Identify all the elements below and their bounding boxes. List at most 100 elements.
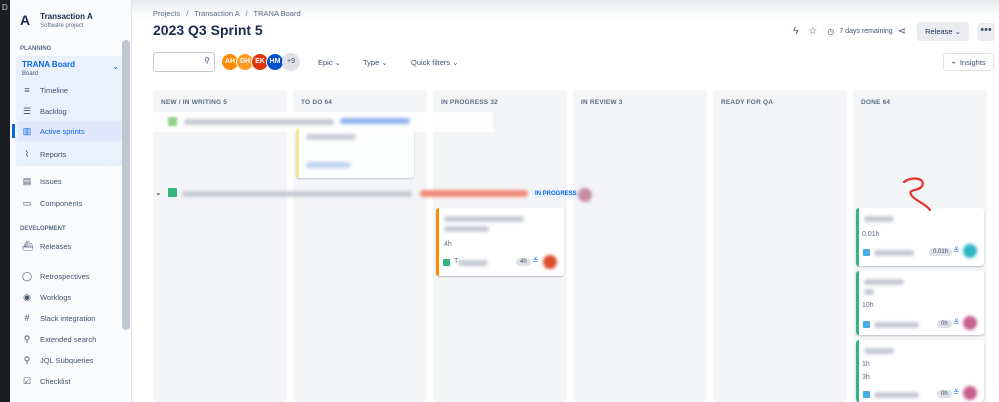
sidebar-item-label: Extended search [40, 334, 97, 344]
priority-lowest-icon: ≚ [953, 318, 960, 327]
jql-icon: ⚲ [23, 355, 31, 365]
board-type: Board [22, 71, 39, 77]
estimate: 4h [444, 241, 452, 248]
sidebar-item-worklogs[interactable]: ◉ Worklogs [22, 287, 126, 307]
more-button[interactable]: ••• [977, 22, 995, 41]
browser-top-strip [0, 0, 999, 20]
estimate: 10h [862, 302, 874, 309]
timeline-icon: ≡ [24, 85, 30, 95]
time-pill: 0.01h [929, 248, 953, 256]
estimate: 1h [862, 361, 870, 368]
task-icon [863, 391, 870, 398]
sidebar: A Transaction A Software project PLANNIN… [10, 0, 132, 402]
status-badge: IN PROGRESS [532, 190, 580, 198]
breadcrumb-projects[interactable]: Projects [153, 9, 180, 18]
assignee-avatars: AH DH EK HM +9 [221, 53, 300, 71]
sidebar-item-label: Timeline [40, 85, 69, 95]
eye-icon: ◉ [23, 292, 31, 302]
column-new: NEW / IN WRITING 5 [153, 90, 287, 402]
sidebar-item-slack[interactable]: # Slack integration [22, 308, 126, 328]
chevron-down-icon[interactable]: ⌄ [112, 62, 119, 71]
board-name[interactable]: TRANA Board [22, 60, 75, 69]
breadcrumb: Projects / Transaction A / TRANA Board [153, 9, 301, 18]
redacted-text [182, 191, 412, 197]
priority-lowest-icon: ≚ [532, 256, 539, 265]
page-title: 2023 Q3 Sprint 5 [153, 22, 263, 38]
column-in-review: IN REVIEW 3 [573, 90, 707, 402]
column-header: IN PROGRESS 32 [441, 99, 498, 106]
extended-search-icon: ⚲ [23, 334, 31, 344]
sidebar-item-extended-search[interactable]: ⚲ Extended search [22, 329, 126, 349]
task-icon [863, 249, 870, 256]
issue-card[interactable]: 1h 3h 0h ≚ [856, 340, 984, 402]
issue-card[interactable]: 0.01h 0.01h ≚ [856, 208, 984, 266]
avatar [963, 316, 977, 330]
chevron-down-icon: ⌄ [954, 27, 961, 36]
sidebar-item-reports[interactable]: ⌇ Reports [22, 144, 126, 164]
story-icon [443, 259, 450, 266]
priority-lowest-icon: ≚ [953, 388, 960, 397]
search-input[interactable]: ⚲ [153, 52, 215, 72]
sidebar-item-issues[interactable]: ▤ Issues [22, 171, 126, 191]
insights-button[interactable]: ⌁ Insights [943, 53, 994, 71]
issue-card[interactable]: 10h 0h ≚ [856, 271, 984, 335]
sidebar-item-label: Active sprints [40, 126, 85, 136]
backlog-icon: ☰ [22, 106, 32, 116]
project-name: Transaction A [40, 12, 93, 21]
sidebar-item-components[interactable]: ▭ Components [22, 193, 126, 213]
project-header[interactable]: A Transaction A Software project [20, 12, 93, 29]
days-remaining: 7 days remaining [839, 28, 893, 35]
redacted-text [184, 119, 334, 125]
breadcrumb-project[interactable]: Transaction A [194, 9, 239, 18]
search-icon: ⚲ [204, 56, 210, 65]
clock-icon: ◷ [827, 27, 835, 36]
issues-icon: ▤ [22, 176, 32, 186]
epic-filter[interactable]: Epic ⌄ [318, 58, 341, 67]
time-pill: 0h [937, 390, 952, 398]
retro-icon: ◯ [22, 271, 33, 281]
sidebar-item-checklist[interactable]: ☑ Checklist [22, 371, 126, 391]
sidebar-item-label: Releases [40, 241, 72, 251]
column-header: READY FOR QA [721, 99, 774, 106]
issue-card[interactable]: 4h T 4h ≚ [436, 208, 564, 276]
board-columns-icon: ▥ [22, 126, 32, 136]
slack-icon: # [24, 313, 30, 323]
sidebar-item-label: JQL Subqueries [40, 355, 94, 365]
sidebar-item-active-sprints[interactable]: ▥ Active sprints [18, 121, 126, 141]
estimate: 3h [862, 374, 870, 381]
avatar [963, 386, 977, 400]
sidebar-item-jql[interactable]: ⚲ JQL Subqueries [22, 350, 126, 370]
sidebar-scrollbar[interactable] [122, 40, 130, 330]
sidebar-item-backlog[interactable]: ☰ Backlog [22, 101, 126, 121]
sidebar-item-label: Checklist [40, 376, 71, 386]
swimlane-row[interactable]: ⌄ [155, 188, 177, 197]
ship-icon: ⛴ [22, 241, 34, 251]
breadcrumb-board[interactable]: TRANA Board [254, 9, 301, 18]
column-header: DONE 64 [861, 99, 891, 106]
redacted-epic [420, 190, 528, 197]
time-pill: 4h [516, 258, 531, 266]
release-button[interactable]: Release ⌄ [917, 22, 969, 41]
components-icon: ▭ [22, 198, 32, 208]
story-icon [168, 117, 177, 126]
lightning-icon[interactable]: ϟ [793, 26, 798, 37]
checklist-icon: ☑ [22, 376, 32, 386]
share-icon[interactable]: ⋖ [898, 26, 906, 37]
quick-filters[interactable]: Quick filters ⌄ [411, 58, 459, 67]
avatar [963, 244, 977, 258]
active-indicator [12, 124, 15, 138]
sidebar-item-timeline[interactable]: ≡ Timeline [22, 80, 126, 100]
more-avatars[interactable]: +9 [282, 53, 300, 71]
chart-icon: ⌁ [951, 57, 956, 67]
header-actions: ϟ ☆ ◷ 7 days remaining ⋖ Release ⌄ ••• [788, 22, 995, 41]
sidebar-item-releases[interactable]: ⛴ Releases [22, 236, 126, 256]
star-icon[interactable]: ☆ [808, 26, 817, 37]
estimate: 0.01h [862, 231, 880, 238]
sidebar-item-retrospectives[interactable]: ◯ Retrospectives [22, 266, 126, 286]
time-pill: 0h [937, 320, 952, 328]
sidebar-item-label: Worklogs [40, 292, 72, 302]
priority-lowest-icon: ≚ [953, 246, 960, 255]
issue-card[interactable] [296, 128, 414, 178]
type-filter[interactable]: Type ⌄ [363, 58, 388, 67]
column-header: TO DO 64 [301, 99, 333, 106]
